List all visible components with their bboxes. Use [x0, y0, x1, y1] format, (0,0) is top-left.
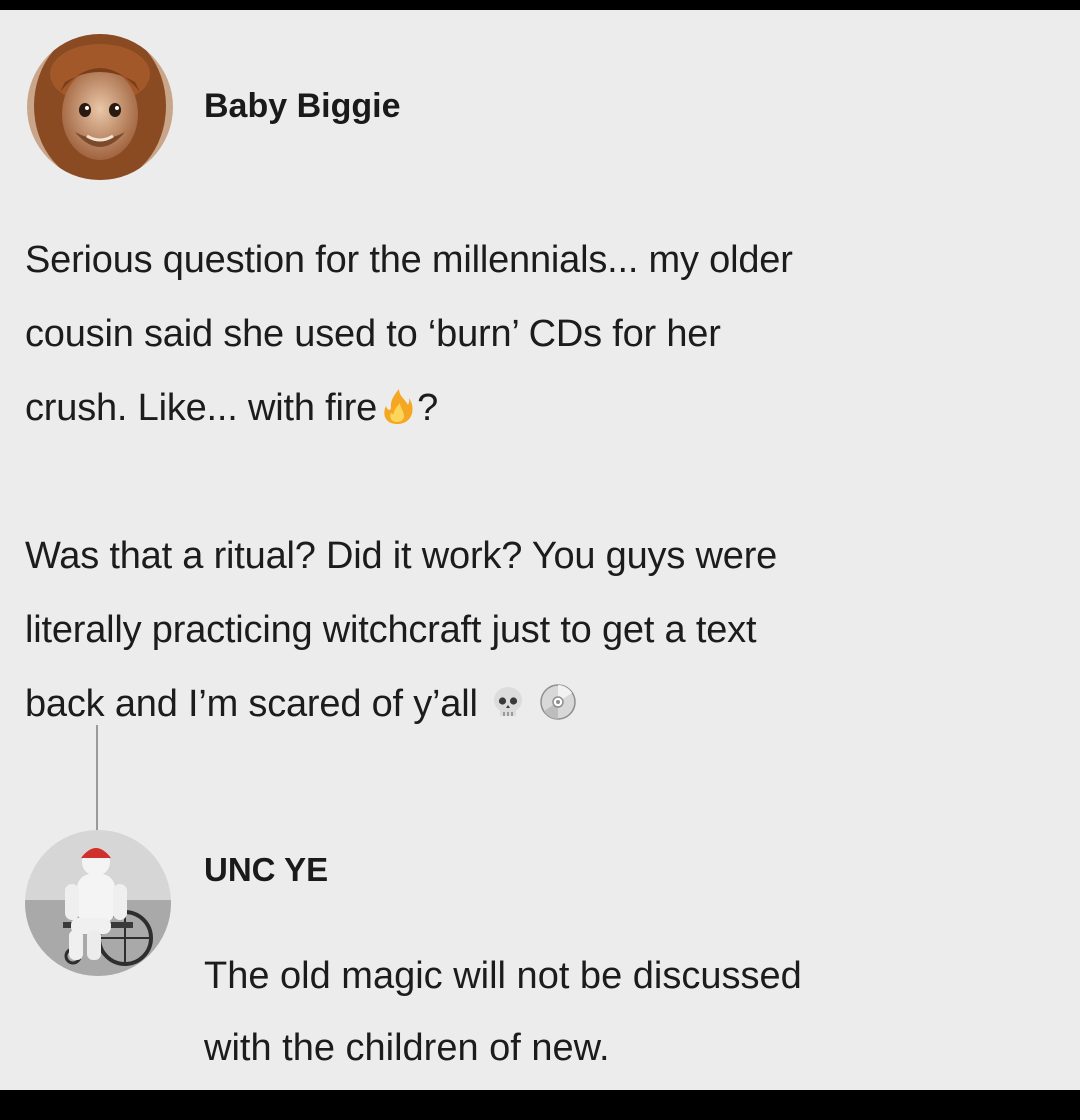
post-author-name[interactable]: Baby Biggie: [204, 86, 400, 126]
bottom-border: [0, 1090, 1080, 1120]
reply-author-name[interactable]: UNC YE: [204, 850, 328, 890]
skull-emoji-icon: [488, 682, 528, 722]
post-line-text: crush. Like... with fire: [25, 387, 378, 429]
post-line: Was that a ritual? Did it work? You guys…: [25, 535, 778, 577]
post-line: Serious question for the millennials... …: [25, 239, 793, 281]
post-line: literally practicing witchcraft just to …: [25, 609, 757, 651]
post-body: Serious question for the millennials... …: [25, 223, 1075, 741]
post-line: cousin said she used to ‘burn’ CDs for h…: [25, 313, 721, 355]
cd-emoji-icon: [538, 682, 578, 722]
avatar-unc-ye[interactable]: [25, 830, 171, 976]
reply-line: The old magic will not be discussed: [204, 955, 802, 997]
reply-body: The old magic will not be discussed with…: [204, 940, 1064, 1084]
post-line-text: back and I’m scared of y’all: [25, 683, 478, 725]
thread-connector-line: [96, 725, 98, 835]
top-border: [0, 0, 1080, 10]
post-line: back and I’m scared of y’all: [25, 667, 1075, 741]
avatar-baby-biggie[interactable]: [27, 34, 173, 180]
screenshot-card: Baby Biggie Serious question for the mil…: [0, 10, 1080, 1090]
post-line: crush. Like... with fire ?: [25, 371, 1075, 445]
fire-emoji-icon: [377, 386, 417, 426]
post-line-suffix: ?: [417, 387, 439, 429]
reply-line: with the children of new.: [204, 1027, 610, 1069]
